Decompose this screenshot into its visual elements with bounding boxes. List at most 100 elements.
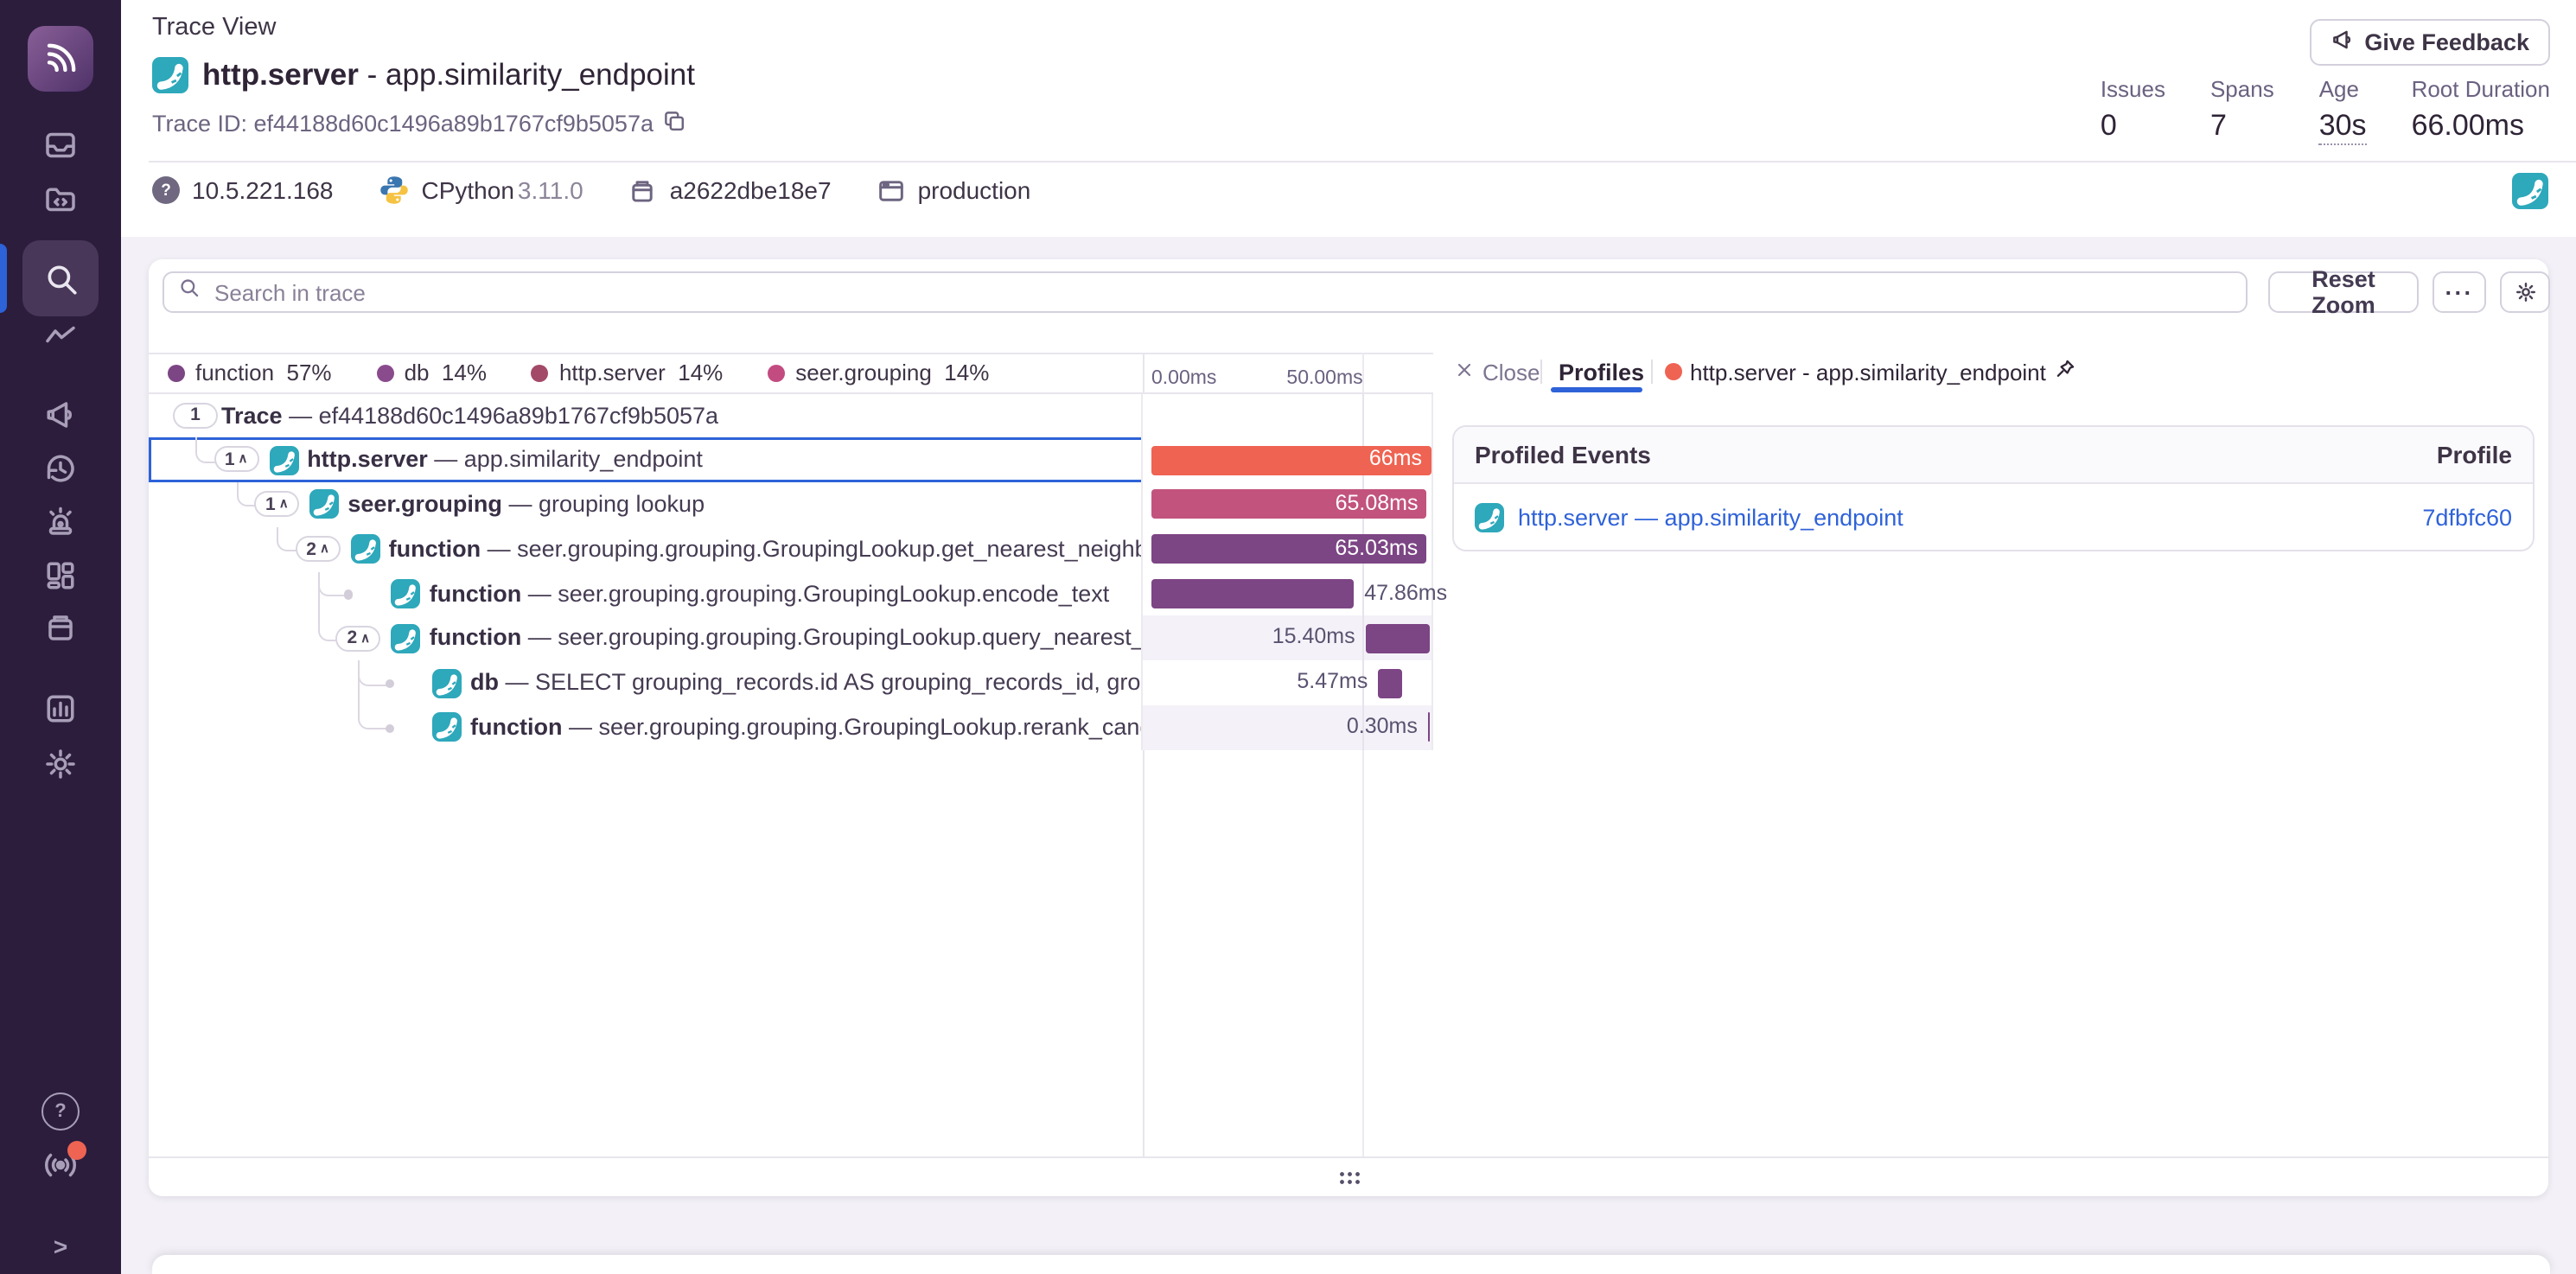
- tree-connector: [359, 661, 360, 706]
- trace-row[interactable]: function — seer.grouping.grouping.Groupi…: [149, 705, 1432, 750]
- search-icon: [42, 260, 79, 296]
- search-input[interactable]: [211, 277, 2232, 307]
- span-op-icon: [432, 668, 462, 698]
- trace-title: http.server - app.similarity_endpoint: [152, 57, 695, 93]
- span-op-icon: [1475, 502, 1504, 532]
- duration-label: 15.40ms: [1272, 616, 1355, 661]
- trace-row-duration-cell: 65.03ms: [1143, 527, 1432, 572]
- more-options-button[interactable]: ···: [2433, 271, 2486, 313]
- meta-tag-window[interactable]: production: [877, 175, 1031, 205]
- help-icon: ?: [41, 1092, 80, 1131]
- pin-icon[interactable]: [2055, 359, 2077, 386]
- trace-row[interactable]: 2∧ function — seer.grouping.grouping.Grou…: [149, 527, 1432, 572]
- tree-connector: [277, 527, 296, 552]
- duration-label: 65.08ms: [1151, 482, 1418, 527]
- trace-row[interactable]: 1∧seer.grouping — grouping lookup65.08ms: [149, 482, 1432, 527]
- legend-dot: [377, 364, 394, 381]
- settings-gear-button[interactable]: [2500, 271, 2550, 313]
- search-icon: [178, 277, 201, 308]
- legend-item-db: db 14%: [377, 360, 487, 385]
- trace-row[interactable]: db — SELECT grouping_records.id AS group…: [149, 661, 1432, 706]
- tree-leaf-dot: [385, 679, 394, 689]
- trace-row[interactable]: 2∧ function — seer.grouping.grouping.Grou…: [149, 616, 1432, 661]
- python-icon: [379, 175, 410, 206]
- trace-row-tree-cell: 1Trace — ef44188d60c1496a89b1767cf9b5057…: [149, 393, 1143, 438]
- span-op-icon: [269, 445, 298, 475]
- reset-zoom-button[interactable]: Reset Zoom: [2268, 271, 2419, 313]
- span-children-pill[interactable]: 2∧: [296, 536, 341, 562]
- drag-grip-icon[interactable]: [1337, 1170, 1360, 1184]
- axis-tick-mid: 50.00ms: [1286, 367, 1362, 388]
- profile-span-icon: [152, 57, 188, 93]
- meta-tag-python[interactable]: CPython3.11.0: [379, 175, 583, 206]
- span-description: function — seer.grouping.grouping.Groupi…: [430, 616, 1143, 661]
- stats-icon: [43, 691, 78, 726]
- profiled-event-row: http.server — app.similarity_endpoint 7df…: [1454, 484, 2533, 550]
- span-children-pill[interactable]: 2∧: [336, 625, 381, 651]
- span-description: function — seer.grouping.grouping.Groupi…: [389, 527, 1143, 572]
- copy-icon[interactable]: [662, 109, 686, 138]
- give-feedback-button[interactable]: Give Feedback: [2309, 19, 2550, 66]
- trace-row-tree-cell: function — seer.grouping.grouping.Groupi…: [149, 705, 1143, 750]
- trace-row[interactable]: 1∧http.server — app.similarity_endpoint6…: [149, 438, 1432, 483]
- settings-icon: [43, 747, 78, 781]
- duration-bar[interactable]: [1428, 713, 1431, 742]
- sidebar-item-sentry-logo[interactable]: [0, 21, 121, 97]
- stat-root-duration: Root Duration66.00ms: [2412, 76, 2550, 145]
- search-in-trace[interactable]: [163, 271, 2248, 313]
- sidebar-item-collapse[interactable]: >: [0, 1220, 121, 1272]
- tree-connector: [318, 571, 320, 616]
- span-description: function — seer.grouping.grouping.Groupi…: [430, 571, 1110, 616]
- trace-row-duration-cell: 0.30ms: [1143, 705, 1432, 750]
- sidebar-item-releases[interactable]: [0, 589, 121, 666]
- trace-row-tree-cell: function — seer.grouping.grouping.Groupi…: [149, 571, 1143, 616]
- trace-row[interactable]: 1Trace — ef44188d60c1496a89b1767cf9b5057…: [149, 393, 1432, 438]
- sidebar-item-metrics[interactable]: [0, 297, 121, 373]
- bottom-drawer[interactable]: [151, 1255, 2550, 1274]
- sidebar-item-explore[interactable]: [0, 161, 121, 237]
- header-divider: [149, 161, 2576, 162]
- span-op-icon: [392, 624, 421, 653]
- megaphone-icon: [2330, 28, 2354, 57]
- duration-bar[interactable]: [1366, 624, 1431, 653]
- span-children-pill[interactable]: 1: [173, 402, 218, 428]
- meta-tag-question-avatar[interactable]: ?10.5.221.168: [152, 176, 334, 204]
- span-tab-chip[interactable]: http.server - app.similarity_endpoint: [1664, 353, 2077, 392]
- tab-profiles[interactable]: Profiles: [1559, 353, 1644, 392]
- legend-item-http.server: http.server 14%: [532, 360, 723, 385]
- panel-tab-bar: Close Profiles http.server - app.similar…: [1432, 353, 2548, 392]
- trace-id: Trace ID: ef44188d60c1496a89b1767cf9b505…: [152, 109, 686, 138]
- duration-bar[interactable]: [1151, 579, 1354, 608]
- span-description: db — SELECT grouping_records.id AS group…: [470, 661, 1143, 706]
- close-panel-button[interactable]: Close: [1453, 353, 1540, 392]
- tree-leaf-dot: [344, 589, 354, 599]
- panel-resize-strip[interactable]: [149, 1158, 2548, 1196]
- meta-tag-package[interactable]: a2622dbe18e7: [628, 175, 832, 205]
- trace-row[interactable]: function — seer.grouping.grouping.Groupi…: [149, 571, 1432, 616]
- duration-bar[interactable]: [1378, 668, 1401, 698]
- profile-id-link[interactable]: 7dfbfc60: [2422, 504, 2512, 530]
- legend-dot: [168, 364, 185, 381]
- notification-badge: [67, 1141, 86, 1160]
- profiled-event-link[interactable]: http.server — app.similarity_endpoint: [1518, 504, 1903, 530]
- span-op-icon: [392, 579, 421, 608]
- span-op-legend: function 57%db 14%http.server 14%seer.gr…: [168, 354, 989, 391]
- metrics-icon: [43, 318, 78, 353]
- legend-item-function: function 57%: [168, 360, 332, 385]
- duration-label: 0.30ms: [1347, 705, 1418, 750]
- trace-stats: Issues0Spans7Age30sRoot Duration66.00ms: [2101, 76, 2550, 145]
- sidebar-item-help[interactable]: ?: [0, 1086, 121, 1137]
- span-children-pill[interactable]: 1∧: [214, 447, 258, 473]
- gridline-50ms: [1363, 393, 1365, 438]
- package-icon: [628, 175, 658, 205]
- tree-connector: [195, 438, 215, 463]
- sidebar-item-settings[interactable]: [0, 726, 121, 802]
- duration-label: 47.86ms: [1364, 571, 1447, 616]
- trace-waterfall-panel: Reset Zoom ··· function 57% db 14% http.se…: [149, 259, 2548, 1196]
- span-description: http.server — app.similarity_endpoint: [307, 438, 703, 483]
- sidebar: ?>: [0, 0, 121, 1274]
- sidebar-item-broadcast[interactable]: [0, 1139, 121, 1191]
- gridline-50ms: [1363, 616, 1365, 661]
- trace-row-tree-cell: 2∧ function — seer.grouping.grouping.Grou…: [149, 527, 1143, 572]
- span-children-pill[interactable]: 1∧: [254, 492, 299, 518]
